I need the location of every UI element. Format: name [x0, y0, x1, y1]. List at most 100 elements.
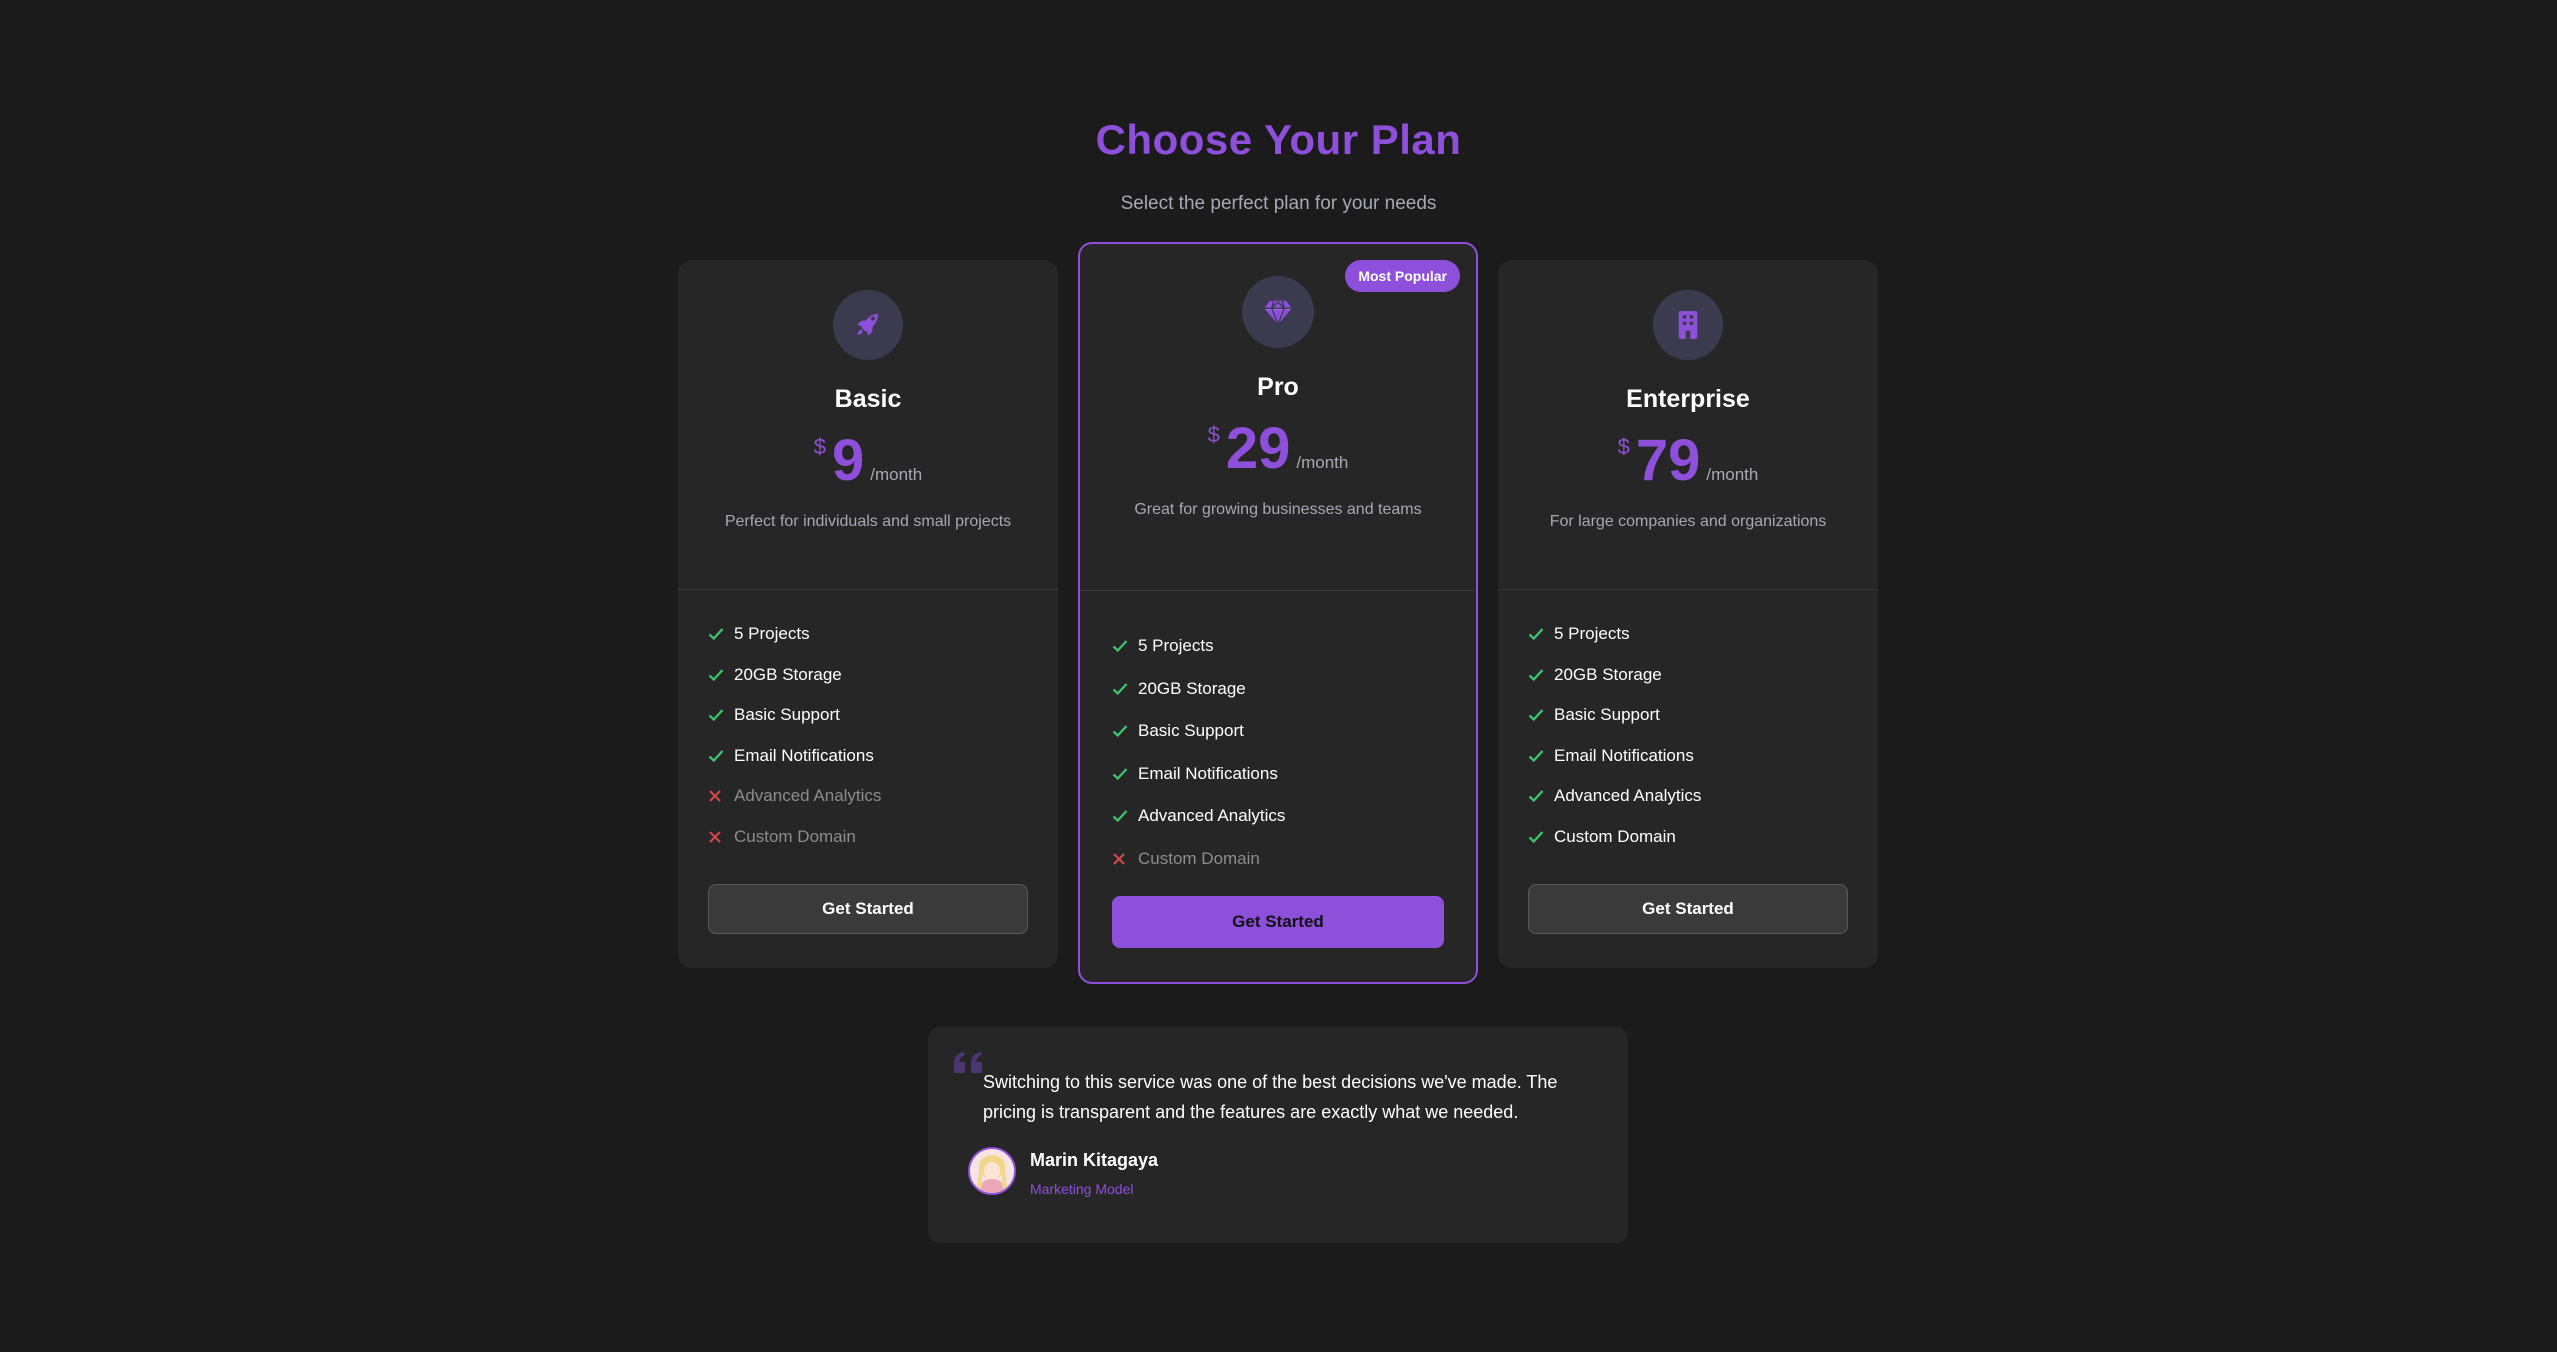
testimonial-author: Marin Kitagaya Marketing Model	[968, 1147, 1158, 1197]
check-icon	[708, 708, 724, 722]
feature-label: Email Notifications	[734, 745, 874, 765]
plan-price: $ 29 /month	[1080, 420, 1476, 478]
plan-header: Pro $ 29 /month Great for growing busine…	[1080, 276, 1476, 591]
plan-name: Enterprise	[1626, 385, 1750, 413]
check-icon	[1112, 767, 1128, 781]
feature-label: 5 Projects	[1554, 624, 1630, 644]
plan-price: $ 9 /month	[678, 432, 1058, 490]
plan-header: Basic $ 9 /month Perfect for individuals…	[678, 290, 1058, 590]
feature-label: Email Notifications	[1554, 745, 1694, 765]
plan-card-enterprise: Enterprise $ 79 /month For large compani…	[1498, 260, 1878, 968]
building-icon	[1678, 311, 1698, 339]
author-name: Marin Kitagaya	[1030, 1150, 1159, 1170]
price-period: /month	[870, 465, 923, 484]
most-popular-badge: Most Popular	[1345, 260, 1460, 292]
feature-item: Email Notifications	[708, 736, 1028, 777]
feature-item: Basic Support	[708, 695, 1028, 736]
testimonial-quote: Switching to this service was one of the…	[983, 1072, 1558, 1122]
check-icon	[1528, 708, 1544, 722]
price-amount: 79	[1635, 428, 1701, 493]
feature-label: Custom Domain	[734, 826, 856, 846]
feature-label: Basic Support	[734, 705, 840, 725]
get-started-button-basic[interactable]: Get Started	[708, 884, 1028, 934]
feature-item: Basic Support	[1528, 695, 1848, 736]
avatar	[968, 1147, 1016, 1195]
check-icon	[708, 749, 724, 763]
testimonial-card: Switching to this service was one of the…	[928, 1027, 1628, 1243]
plan-name: Basic	[834, 385, 902, 413]
plan-price: $ 79 /month	[1498, 432, 1878, 490]
feature-label: 20GB Storage	[1138, 678, 1246, 698]
feature-item: 5 Projects	[1112, 625, 1444, 668]
cross-icon	[1112, 852, 1128, 866]
feature-label: Basic Support	[1138, 721, 1244, 741]
price-currency: $	[813, 434, 826, 459]
get-started-button-pro[interactable]: Get Started	[1112, 896, 1444, 948]
check-icon	[1528, 627, 1544, 641]
feature-label: 5 Projects	[734, 624, 810, 644]
price-period: /month	[1706, 465, 1759, 484]
page-title: Choose Your Plan	[1095, 116, 1462, 163]
price-currency: $	[1617, 434, 1630, 459]
price-period: /month	[1296, 453, 1349, 472]
page-subtitle: Select the perfect plan for your needs	[1120, 193, 1437, 214]
feature-item: Advanced Analytics	[1528, 776, 1848, 817]
quote-icon	[954, 1052, 982, 1073]
plan-description: Perfect for individuals and small projec…	[724, 513, 1012, 530]
plan-card-pro: Most Popular Pro $ 29 /month Great for g…	[1078, 242, 1478, 984]
feature-item: Custom Domain	[1528, 817, 1848, 858]
cross-icon	[708, 789, 724, 803]
feature-list: 5 Projects 20GB Storage Basic Support Em…	[1498, 590, 1878, 857]
check-icon	[1112, 809, 1128, 823]
feature-item: Advanced Analytics	[708, 776, 1028, 817]
feature-label: 20GB Storage	[1554, 664, 1662, 684]
page-header: Choose Your Plan Select the perfect plan…	[0, 110, 2557, 216]
check-icon	[708, 627, 724, 641]
check-icon	[1112, 639, 1128, 653]
cross-icon	[708, 830, 724, 844]
plan-description: Great for growing businesses and teams	[1134, 501, 1422, 518]
feature-list: 5 Projects 20GB Storage Basic Support Em…	[1080, 591, 1476, 880]
plan-icon-circle	[833, 290, 903, 360]
check-icon	[708, 668, 724, 682]
feature-list: 5 Projects 20GB Storage Basic Support Em…	[678, 590, 1058, 857]
feature-label: Email Notifications	[1138, 763, 1278, 783]
get-started-button-enterprise[interactable]: Get Started	[1528, 884, 1848, 934]
check-icon	[1528, 830, 1544, 844]
feature-label: Advanced Analytics	[734, 786, 882, 806]
avatar-image	[970, 1149, 1014, 1193]
check-icon	[1112, 724, 1128, 738]
feature-label: 5 Projects	[1138, 636, 1214, 656]
feature-item: Email Notifications	[1528, 736, 1848, 777]
feature-item: Basic Support	[1112, 710, 1444, 753]
author-role: Marketing Model	[1030, 1181, 1134, 1197]
check-icon	[1112, 682, 1128, 696]
plan-icon-circle	[1242, 276, 1314, 348]
plan-name: Pro	[1257, 373, 1299, 401]
plan-header: Enterprise $ 79 /month For large compani…	[1498, 290, 1878, 590]
gem-icon	[1264, 300, 1292, 326]
price-currency: $	[1207, 422, 1220, 447]
feature-label: Advanced Analytics	[1138, 806, 1286, 826]
feature-label: 20GB Storage	[734, 664, 842, 684]
feature-item: 5 Projects	[708, 614, 1028, 655]
plan-card-basic: Basic $ 9 /month Perfect for individuals…	[678, 260, 1058, 968]
feature-item: Custom Domain	[1112, 838, 1444, 881]
plan-icon-circle	[1653, 290, 1723, 360]
rocket-icon	[857, 313, 880, 336]
feature-item: Email Notifications	[1112, 753, 1444, 796]
feature-label: Advanced Analytics	[1554, 786, 1702, 806]
price-amount: 29	[1225, 416, 1291, 481]
price-amount: 9	[832, 428, 865, 493]
feature-item: Custom Domain	[708, 817, 1028, 858]
check-icon	[1528, 668, 1544, 682]
feature-item: 20GB Storage	[1112, 668, 1444, 711]
feature-item: 20GB Storage	[708, 655, 1028, 696]
plan-description: For large companies and organizations	[1549, 513, 1827, 530]
feature-item: 5 Projects	[1528, 614, 1848, 655]
feature-label: Basic Support	[1554, 705, 1660, 725]
feature-label: Custom Domain	[1138, 848, 1260, 868]
feature-item: Advanced Analytics	[1112, 795, 1444, 838]
check-icon	[1528, 789, 1544, 803]
feature-item: 20GB Storage	[1528, 655, 1848, 696]
